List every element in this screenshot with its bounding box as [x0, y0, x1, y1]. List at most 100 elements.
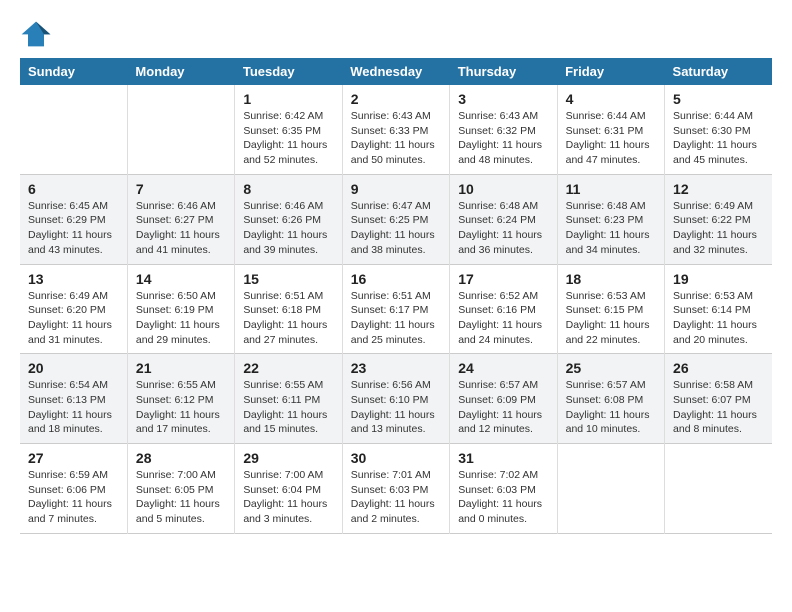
weekday-header-wednesday: Wednesday: [342, 58, 449, 85]
day-info: Sunrise: 6:51 AM Sunset: 6:18 PM Dayligh…: [243, 289, 333, 348]
calendar-cell: 23 Sunrise: 6:56 AM Sunset: 6:10 PM Dayli…: [342, 354, 449, 444]
day-number: 3: [458, 91, 548, 107]
calendar-week-row: 27Sunrise: 6:59 AM Sunset: 6:06 PM Dayli…: [20, 444, 772, 534]
calendar-cell: 27Sunrise: 6:59 AM Sunset: 6:06 PM Dayli…: [20, 444, 127, 534]
day-info: Sunrise: 6:57 AM Sunset: 6:08 PM Dayligh…: [566, 378, 656, 437]
calendar-cell: 15 Sunrise: 6:51 AM Sunset: 6:18 PM Dayli…: [235, 264, 342, 354]
day-number: 30: [351, 450, 441, 466]
day-info: Sunrise: 6:48 AM Sunset: 6:23 PM Dayligh…: [566, 199, 656, 258]
day-info: Sunrise: 6:53 AM Sunset: 6:14 PM Dayligh…: [673, 289, 764, 348]
day-number: 26: [673, 360, 764, 376]
calendar-cell: 2 Sunrise: 6:43 AM Sunset: 6:33 PM Daylig…: [342, 85, 449, 174]
day-info: Sunrise: 6:49 AM Sunset: 6:22 PM Dayligh…: [673, 199, 764, 258]
calendar-cell: 20 Sunrise: 6:54 AM Sunset: 6:13 PM Dayli…: [20, 354, 127, 444]
calendar-cell: 31 Sunrise: 7:02 AM Sunset: 6:03 PM Dayli…: [450, 444, 557, 534]
day-number: 25: [566, 360, 656, 376]
day-number: 10: [458, 181, 548, 197]
day-number: 21: [136, 360, 226, 376]
calendar-week-row: 13 Sunrise: 6:49 AM Sunset: 6:20 PM Dayli…: [20, 264, 772, 354]
calendar-table: SundayMondayTuesdayWednesdayThursdayFrid…: [20, 58, 772, 534]
logo: [20, 20, 56, 48]
day-info: Sunrise: 6:53 AM Sunset: 6:15 PM Dayligh…: [566, 289, 656, 348]
day-info: Sunrise: 6:46 AM Sunset: 6:27 PM Dayligh…: [136, 199, 226, 258]
weekday-header-tuesday: Tuesday: [235, 58, 342, 85]
day-number: 23: [351, 360, 441, 376]
logo-icon: [20, 20, 52, 48]
day-number: 11: [566, 181, 656, 197]
day-info: Sunrise: 6:55 AM Sunset: 6:12 PM Dayligh…: [136, 378, 226, 437]
day-number: 13: [28, 271, 119, 287]
calendar-cell: 16Sunrise: 6:51 AM Sunset: 6:17 PM Dayli…: [342, 264, 449, 354]
weekday-header-sunday: Sunday: [20, 58, 127, 85]
calendar-cell: [127, 85, 234, 174]
day-info: Sunrise: 7:01 AM Sunset: 6:03 PM Dayligh…: [351, 468, 441, 527]
day-info: Sunrise: 6:43 AM Sunset: 6:32 PM Dayligh…: [458, 109, 548, 168]
calendar-cell: 1 Sunrise: 6:42 AM Sunset: 6:35 PM Daylig…: [235, 85, 342, 174]
calendar-cell: 28 Sunrise: 7:00 AM Sunset: 6:05 PM Dayli…: [127, 444, 234, 534]
calendar-cell: 8 Sunrise: 6:46 AM Sunset: 6:26 PM Daylig…: [235, 174, 342, 264]
calendar-week-row: 6 Sunrise: 6:45 AM Sunset: 6:29 PM Daylig…: [20, 174, 772, 264]
weekday-header-saturday: Saturday: [665, 58, 772, 85]
day-number: 17: [458, 271, 548, 287]
day-info: Sunrise: 6:51 AM Sunset: 6:17 PM Dayligh…: [351, 289, 441, 348]
calendar-cell: 19Sunrise: 6:53 AM Sunset: 6:14 PM Dayli…: [665, 264, 772, 354]
day-number: 7: [136, 181, 226, 197]
day-info: Sunrise: 6:52 AM Sunset: 6:16 PM Dayligh…: [458, 289, 548, 348]
day-info: Sunrise: 6:48 AM Sunset: 6:24 PM Dayligh…: [458, 199, 548, 258]
day-info: Sunrise: 6:49 AM Sunset: 6:20 PM Dayligh…: [28, 289, 119, 348]
calendar-cell: 9Sunrise: 6:47 AM Sunset: 6:25 PM Daylig…: [342, 174, 449, 264]
day-number: 28: [136, 450, 226, 466]
day-info: Sunrise: 7:02 AM Sunset: 6:03 PM Dayligh…: [458, 468, 548, 527]
day-info: Sunrise: 6:50 AM Sunset: 6:19 PM Dayligh…: [136, 289, 226, 348]
day-info: Sunrise: 6:45 AM Sunset: 6:29 PM Dayligh…: [28, 199, 119, 258]
day-number: 15: [243, 271, 333, 287]
day-number: 8: [243, 181, 333, 197]
day-number: 12: [673, 181, 764, 197]
calendar-cell: 6 Sunrise: 6:45 AM Sunset: 6:29 PM Daylig…: [20, 174, 127, 264]
day-info: Sunrise: 6:44 AM Sunset: 6:30 PM Dayligh…: [673, 109, 764, 168]
day-info: Sunrise: 7:00 AM Sunset: 6:05 PM Dayligh…: [136, 468, 226, 527]
day-number: 20: [28, 360, 119, 376]
calendar-cell: 14 Sunrise: 6:50 AM Sunset: 6:19 PM Dayli…: [127, 264, 234, 354]
weekday-header-friday: Friday: [557, 58, 664, 85]
day-info: Sunrise: 6:47 AM Sunset: 6:25 PM Dayligh…: [351, 199, 441, 258]
day-number: 22: [243, 360, 333, 376]
day-info: Sunrise: 6:59 AM Sunset: 6:06 PM Dayligh…: [28, 468, 119, 527]
calendar-cell: 12 Sunrise: 6:49 AM Sunset: 6:22 PM Dayli…: [665, 174, 772, 264]
calendar-cell: 10 Sunrise: 6:48 AM Sunset: 6:24 PM Dayli…: [450, 174, 557, 264]
day-number: 24: [458, 360, 548, 376]
day-info: Sunrise: 6:56 AM Sunset: 6:10 PM Dayligh…: [351, 378, 441, 437]
weekday-header-thursday: Thursday: [450, 58, 557, 85]
day-number: 6: [28, 181, 119, 197]
day-info: Sunrise: 6:42 AM Sunset: 6:35 PM Dayligh…: [243, 109, 333, 168]
calendar-cell: 21 Sunrise: 6:55 AM Sunset: 6:12 PM Dayli…: [127, 354, 234, 444]
calendar-cell: 13 Sunrise: 6:49 AM Sunset: 6:20 PM Dayli…: [20, 264, 127, 354]
calendar-week-row: 20 Sunrise: 6:54 AM Sunset: 6:13 PM Dayli…: [20, 354, 772, 444]
day-number: 14: [136, 271, 226, 287]
calendar-cell: [20, 85, 127, 174]
calendar-cell: 25 Sunrise: 6:57 AM Sunset: 6:08 PM Dayli…: [557, 354, 664, 444]
day-info: Sunrise: 6:58 AM Sunset: 6:07 PM Dayligh…: [673, 378, 764, 437]
calendar-cell: 18Sunrise: 6:53 AM Sunset: 6:15 PM Dayli…: [557, 264, 664, 354]
calendar-cell: 4 Sunrise: 6:44 AM Sunset: 6:31 PM Daylig…: [557, 85, 664, 174]
day-info: Sunrise: 7:00 AM Sunset: 6:04 PM Dayligh…: [243, 468, 333, 527]
weekday-header-row: SundayMondayTuesdayWednesdayThursdayFrid…: [20, 58, 772, 85]
calendar-cell: 7 Sunrise: 6:46 AM Sunset: 6:27 PM Daylig…: [127, 174, 234, 264]
day-info: Sunrise: 6:44 AM Sunset: 6:31 PM Dayligh…: [566, 109, 656, 168]
calendar-cell: 30 Sunrise: 7:01 AM Sunset: 6:03 PM Dayli…: [342, 444, 449, 534]
day-info: Sunrise: 6:46 AM Sunset: 6:26 PM Dayligh…: [243, 199, 333, 258]
day-info: Sunrise: 6:43 AM Sunset: 6:33 PM Dayligh…: [351, 109, 441, 168]
calendar-cell: 3 Sunrise: 6:43 AM Sunset: 6:32 PM Daylig…: [450, 85, 557, 174]
calendar-week-row: 1 Sunrise: 6:42 AM Sunset: 6:35 PM Daylig…: [20, 85, 772, 174]
day-number: 29: [243, 450, 333, 466]
calendar-cell: 29 Sunrise: 7:00 AM Sunset: 6:04 PM Dayli…: [235, 444, 342, 534]
calendar-cell: 11 Sunrise: 6:48 AM Sunset: 6:23 PM Dayli…: [557, 174, 664, 264]
day-number: 2: [351, 91, 441, 107]
day-number: 5: [673, 91, 764, 107]
weekday-header-monday: Monday: [127, 58, 234, 85]
day-number: 31: [458, 450, 548, 466]
day-info: Sunrise: 6:54 AM Sunset: 6:13 PM Dayligh…: [28, 378, 119, 437]
page-header: [20, 20, 772, 48]
day-number: 1: [243, 91, 333, 107]
day-number: 4: [566, 91, 656, 107]
